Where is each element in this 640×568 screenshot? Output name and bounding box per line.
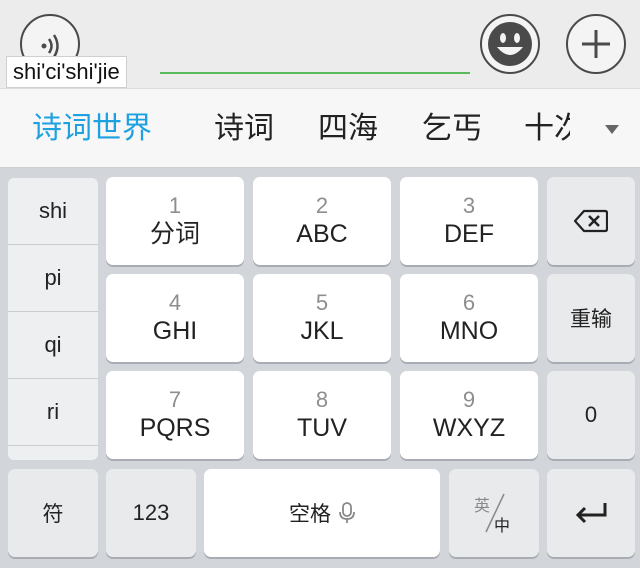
text-field-underline <box>160 72 470 74</box>
key-0[interactable]: 0 <box>547 371 635 459</box>
space-label: 空格 <box>289 502 331 526</box>
space-content: 空格 <box>289 498 355 528</box>
candidate-item[interactable]: 四海 <box>318 89 378 167</box>
key-label: 0 <box>584 402 598 427</box>
pinyin-item[interactable]: pi <box>8 245 98 312</box>
key-9[interactable]: 9 WXYZ <box>400 371 538 459</box>
retype-label: 重输 <box>570 307 612 331</box>
key-label: MNO <box>439 317 499 345</box>
key-number: 7 <box>168 387 182 412</box>
backspace-key[interactable] <box>547 177 635 265</box>
smiley-icon <box>488 22 532 66</box>
language-switch-key[interactable]: 英 中 <box>449 469 539 557</box>
key-label: WXYZ <box>432 414 506 442</box>
plus-icon <box>582 30 610 58</box>
key-1[interactable]: 1 分词 <box>106 177 244 265</box>
plus-button[interactable] <box>566 14 626 74</box>
key-number: 4 <box>168 290 182 315</box>
chevron-down-icon <box>605 125 619 134</box>
backspace-icon <box>574 209 608 233</box>
expand-candidates-button[interactable] <box>592 89 632 167</box>
lang-zh-label: 中 <box>494 516 511 535</box>
key-label: 分词 <box>149 220 200 248</box>
microphone-icon <box>339 502 355 523</box>
key-3[interactable]: 3 DEF <box>400 177 538 265</box>
key-number: 3 <box>462 193 476 218</box>
numeric-key[interactable]: 123 <box>106 469 196 557</box>
enter-key[interactable] <box>547 469 635 557</box>
key-label: GHI <box>152 317 198 345</box>
candidate-item[interactable]: 诗词 <box>214 89 274 167</box>
symbol-key[interactable]: 符 <box>8 469 98 557</box>
input-bar: shi'ci'shi'jie <box>0 0 640 88</box>
key-number: 6 <box>462 290 476 315</box>
retype-key[interactable]: 重输 <box>547 274 635 362</box>
composing-text: shi'ci'shi'jie <box>6 56 127 88</box>
space-key[interactable]: 空格 <box>204 469 440 557</box>
symbol-label: 符 <box>42 502 64 526</box>
pinyin-item[interactable]: shi <box>8 178 98 245</box>
key-label: ABC <box>296 220 348 248</box>
key-2[interactable]: 2 ABC <box>253 177 391 265</box>
pinyin-item[interactable]: ri <box>8 379 98 446</box>
key-8[interactable]: 8 TUV <box>253 371 391 459</box>
key-label: JKL <box>300 317 344 345</box>
emoji-button[interactable] <box>480 14 540 74</box>
key-4[interactable]: 4 GHI <box>106 274 244 362</box>
key-5[interactable]: 5 JKL <box>253 274 391 362</box>
candidate-item[interactable]: 诗词世界 <box>32 89 152 167</box>
enter-icon <box>575 503 607 524</box>
key-label: TUV <box>297 414 347 442</box>
candidate-item[interactable]: 乞丐 <box>422 89 482 167</box>
key-number: 9 <box>462 387 476 412</box>
key-7[interactable]: 7 PQRS <box>106 371 244 459</box>
candidate-item[interactable]: 十次 <box>524 89 570 167</box>
key-number: 2 <box>315 193 329 218</box>
key-6[interactable]: 6 MNO <box>400 274 538 362</box>
numeric-label: 123 <box>132 500 170 525</box>
key-label: DEF <box>444 220 494 248</box>
lang-en-label: 英 <box>474 496 491 515</box>
pinyin-item[interactable]: qi <box>8 312 98 379</box>
language-switch: 英 中 <box>464 488 524 538</box>
pinyin-list: shi pi qi ri <box>8 178 98 460</box>
key-label: PQRS <box>139 414 211 442</box>
key-number: 8 <box>315 387 329 412</box>
key-number: 1 <box>168 193 182 218</box>
key-number: 5 <box>315 290 329 315</box>
candidate-bar: 诗词世界 诗词 四海 乞丐 十次 <box>0 88 640 168</box>
